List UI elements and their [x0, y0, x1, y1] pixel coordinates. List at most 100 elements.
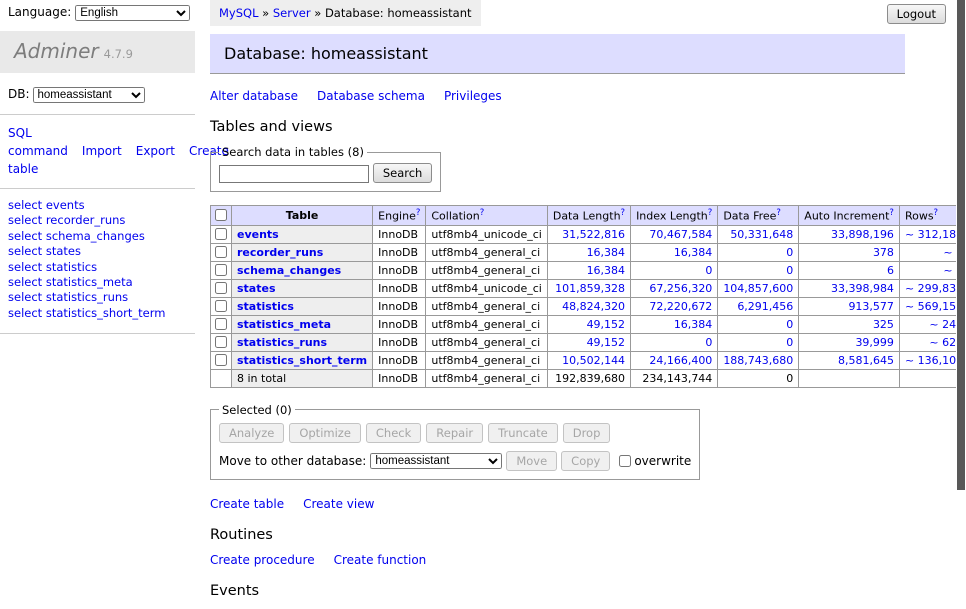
move-action-copy[interactable]: Copy	[561, 451, 610, 471]
row-checkbox-statistics_meta[interactable]	[215, 318, 227, 330]
cell-rows-link[interactable]: ~ 136,108	[905, 354, 963, 367]
selected-action-optimize[interactable]: Optimize	[289, 423, 361, 443]
logout-button[interactable]: Logout	[887, 4, 946, 24]
cell-auto-increment-link[interactable]: 6	[887, 264, 894, 277]
create-link-create-view[interactable]: Create view	[303, 497, 374, 511]
row-checkbox-recorder_runs[interactable]	[215, 246, 227, 258]
column-hint-link[interactable]: ?	[416, 208, 421, 218]
select-link-statistics_runs[interactable]: select	[8, 290, 42, 304]
sidebar-action-import[interactable]: Import	[82, 144, 122, 158]
selected-action-drop[interactable]: Drop	[563, 423, 611, 443]
overwrite-checkbox[interactable]	[619, 455, 631, 467]
db-select[interactable]: homeassistant	[33, 87, 145, 103]
cell-index-length-link[interactable]: 16,384	[674, 318, 713, 331]
sidebar-table-link-statistics_meta[interactable]: statistics_meta	[46, 275, 133, 289]
cell-rows-link[interactable]: ~ 569,159	[905, 300, 963, 313]
selected-action-check[interactable]: Check	[366, 423, 421, 443]
cell-rows-link[interactable]: ~ 299,833	[905, 282, 963, 295]
row-checkbox-events[interactable]	[215, 228, 227, 240]
cell-data-free-link[interactable]: 0	[786, 318, 793, 331]
cell-data-free-link[interactable]: 0	[786, 246, 793, 259]
sidebar-table-link-events[interactable]: events	[46, 198, 85, 212]
row-checkbox-statistics_short_term[interactable]	[215, 354, 227, 366]
sidebar-table-link-statistics_runs[interactable]: statistics_runs	[46, 290, 128, 304]
cell-data-free-link[interactable]: 6,291,456	[737, 300, 793, 313]
select-link-recorder_runs[interactable]: select	[8, 213, 42, 227]
cell-index-length-link[interactable]: 24,166,400	[649, 354, 712, 367]
cell-auto-increment-link[interactable]: 913,577	[848, 300, 894, 313]
row-checkbox-statistics[interactable]	[215, 300, 227, 312]
search-button[interactable]: Search	[373, 163, 433, 183]
cell-auto-increment-link[interactable]: 8,581,645	[838, 354, 894, 367]
cell-data-length-link[interactable]: 101,859,328	[555, 282, 625, 295]
select-link-states[interactable]: select	[8, 244, 42, 258]
cell-data-length-link[interactable]: 49,152	[587, 336, 626, 349]
cell-index-length-link[interactable]: 0	[705, 264, 712, 277]
sidebar-table-link-states[interactable]: states	[46, 244, 81, 258]
column-hint-link[interactable]: ?	[621, 208, 626, 218]
column-hint-link[interactable]: ?	[480, 208, 485, 218]
breadcrumb-item-server[interactable]: Server	[273, 6, 311, 20]
cell-data-free-link[interactable]: 0	[786, 264, 793, 277]
column-hint-link[interactable]: ?	[776, 208, 781, 218]
select-all-checkbox[interactable]	[215, 209, 227, 221]
cell-data-length-link[interactable]: 49,152	[587, 318, 626, 331]
cell-auto-increment-link[interactable]: 33,398,984	[831, 282, 894, 295]
cell-data-length-link[interactable]: 16,384	[587, 246, 626, 259]
row-checkbox-states[interactable]	[215, 282, 227, 294]
cell-index-length-link[interactable]: 0	[705, 336, 712, 349]
table-link-events[interactable]: events	[237, 228, 279, 241]
cell-auto-increment-link[interactable]: 39,999	[855, 336, 894, 349]
sidebar-table-link-statistics_short_term[interactable]: statistics_short_term	[46, 306, 166, 320]
cell-auto-increment-link[interactable]: 325	[873, 318, 894, 331]
sidebar-table-link-statistics[interactable]: statistics	[46, 260, 97, 274]
cell-rows-link[interactable]: ~ 312,180	[905, 228, 963, 241]
cell-data-free-link[interactable]: 0	[786, 336, 793, 349]
routine-link-create-procedure[interactable]: Create procedure	[210, 553, 315, 567]
select-link-statistics_short_term[interactable]: select	[8, 306, 42, 320]
cell-data-length-link[interactable]: 16,384	[587, 264, 626, 277]
table-link-schema_changes[interactable]: schema_changes	[237, 264, 341, 277]
table-link-statistics_runs[interactable]: statistics_runs	[237, 336, 327, 349]
language-select[interactable]: English	[75, 5, 190, 21]
scrollbar-thumb[interactable]	[957, 0, 965, 490]
sidebar-action-sql-command[interactable]: SQL command	[8, 126, 68, 158]
cell-data-free-link[interactable]: 104,857,600	[723, 282, 793, 295]
search-input[interactable]	[219, 165, 369, 183]
column-hint-link[interactable]: ?	[934, 208, 939, 218]
move-action-move[interactable]: Move	[506, 451, 557, 471]
selected-action-repair[interactable]: Repair	[426, 423, 483, 443]
table-link-statistics_meta[interactable]: statistics_meta	[237, 318, 331, 331]
column-hint-link[interactable]: ?	[708, 208, 713, 218]
selected-action-analyze[interactable]: Analyze	[219, 423, 284, 443]
column-hint-link[interactable]: ?	[889, 208, 894, 218]
sidebar-action-export[interactable]: Export	[136, 144, 175, 158]
table-link-statistics[interactable]: statistics	[237, 300, 294, 313]
sidebar-table-link-recorder_runs[interactable]: recorder_runs	[46, 213, 126, 227]
move-db-select[interactable]: homeassistant	[370, 453, 502, 469]
selected-action-truncate[interactable]: Truncate	[488, 423, 558, 443]
breadcrumb-item-mysql[interactable]: MySQL	[219, 6, 259, 20]
cell-data-length-link[interactable]: 48,824,320	[562, 300, 625, 313]
select-link-statistics[interactable]: select	[8, 260, 42, 274]
select-link-statistics_meta[interactable]: select	[8, 275, 42, 289]
cell-auto-increment-link[interactable]: 33,898,196	[831, 228, 894, 241]
table-link-statistics_short_term[interactable]: statistics_short_term	[237, 354, 367, 367]
cell-data-free-link[interactable]: 50,331,648	[730, 228, 793, 241]
db-link-database-schema[interactable]: Database schema	[317, 89, 425, 103]
table-link-recorder_runs[interactable]: recorder_runs	[237, 246, 323, 259]
row-checkbox-statistics_runs[interactable]	[215, 336, 227, 348]
cell-index-length-link[interactable]: 72,220,672	[649, 300, 712, 313]
select-link-events[interactable]: select	[8, 198, 42, 212]
cell-index-length-link[interactable]: 70,467,584	[649, 228, 712, 241]
db-link-privileges[interactable]: Privileges	[444, 89, 502, 103]
row-checkbox-schema_changes[interactable]	[215, 264, 227, 276]
sidebar-table-link-schema_changes[interactable]: schema_changes	[46, 229, 145, 243]
cell-index-length-link[interactable]: 16,384	[674, 246, 713, 259]
cell-auto-increment-link[interactable]: 378	[873, 246, 894, 259]
cell-index-length-link[interactable]: 67,256,320	[649, 282, 712, 295]
table-link-states[interactable]: states	[237, 282, 276, 295]
cell-data-length-link[interactable]: 31,522,816	[562, 228, 625, 241]
db-link-alter-database[interactable]: Alter database	[210, 89, 298, 103]
select-link-schema_changes[interactable]: select	[8, 229, 42, 243]
